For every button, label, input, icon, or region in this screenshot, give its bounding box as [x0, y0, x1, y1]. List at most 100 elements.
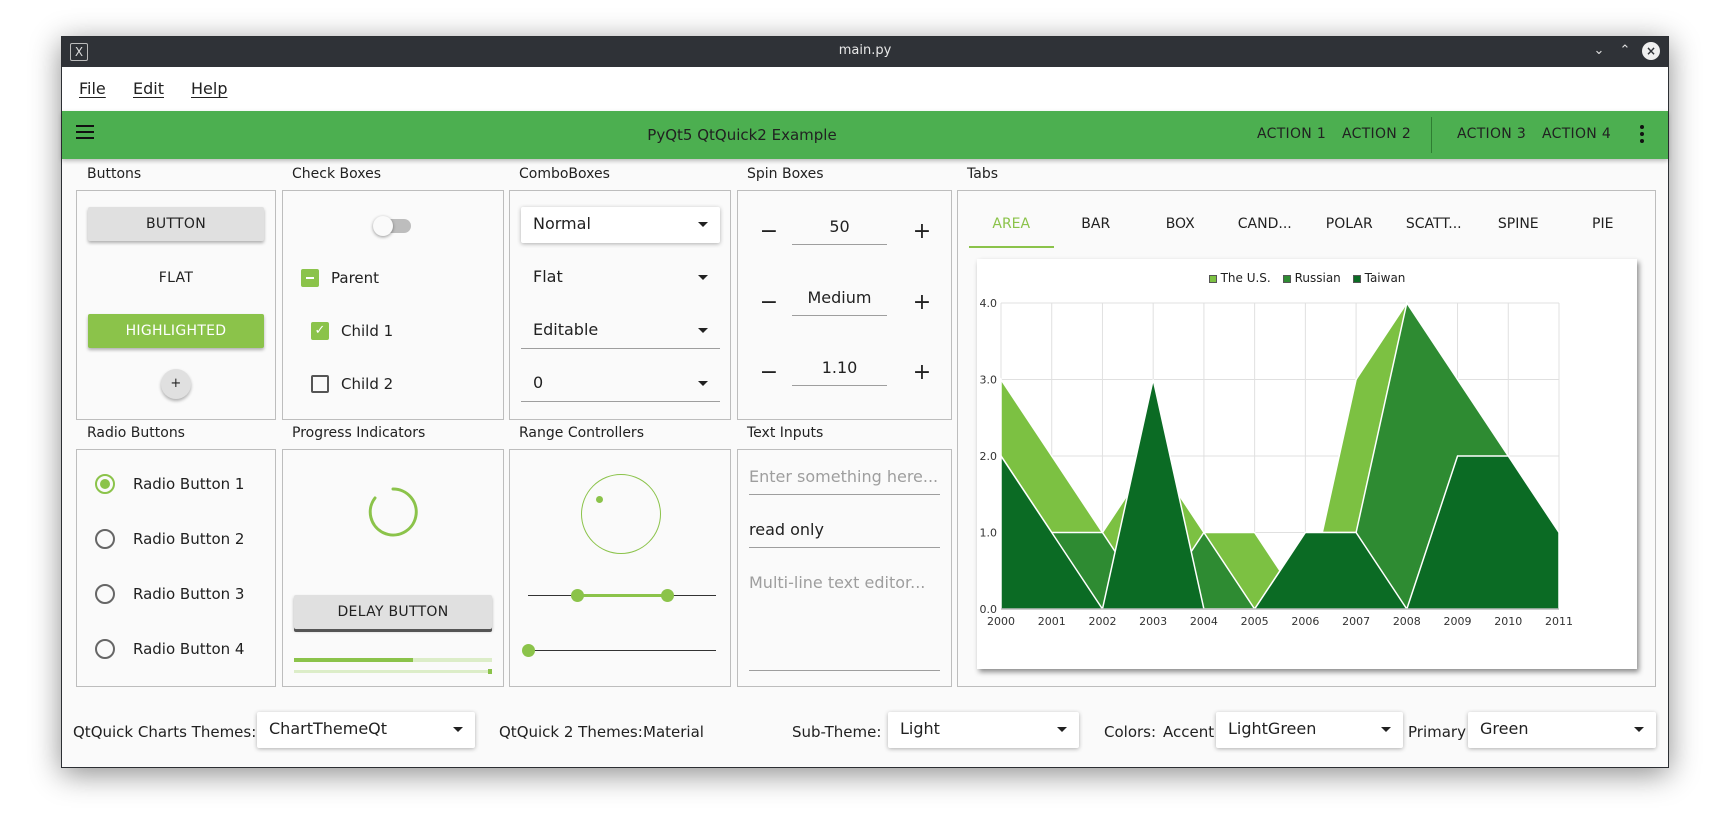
- tab-box[interactable]: BOX: [1138, 202, 1223, 248]
- tab-area[interactable]: AREA: [969, 202, 1054, 248]
- dropdown-arrow-icon: [1381, 727, 1391, 732]
- x-tick-label: 2010: [1494, 615, 1522, 628]
- delay-button[interactable]: DELAY BUTTON: [294, 595, 492, 629]
- flat-combobox[interactable]: Flat: [521, 260, 720, 296]
- action-2-button[interactable]: ACTION 2: [1342, 126, 1411, 142]
- minimize-icon[interactable]: ⌄: [1590, 42, 1608, 60]
- radio-button-1[interactable]: Radio Button 1: [95, 474, 244, 494]
- app-toolbar: PyQt5 QtQuick2 Example ACTION 1 ACTION 2…: [62, 111, 1668, 159]
- increment-button[interactable]: +: [911, 219, 933, 244]
- decrement-button[interactable]: −: [758, 360, 780, 385]
- tab-spline[interactable]: SPINE: [1476, 202, 1561, 248]
- tabs-section-label: Tabs: [967, 166, 998, 182]
- spinbox-2: − Medium +: [758, 282, 934, 326]
- comboboxes-panel: Normal Flat Editable 0: [509, 190, 731, 420]
- dropdown-arrow-icon: [698, 328, 708, 333]
- editable-combobox[interactable]: Editable: [521, 313, 720, 349]
- more-options-icon[interactable]: [1640, 125, 1644, 146]
- x-tick-label: 2006: [1291, 615, 1319, 628]
- progress-panel: DELAY BUTTON: [282, 449, 504, 687]
- action-4-button[interactable]: ACTION 4: [1542, 126, 1611, 142]
- checkmark-icon: ✓: [311, 322, 329, 340]
- read-only-field: read only: [749, 520, 940, 548]
- dial-handle[interactable]: [596, 496, 604, 504]
- radio-button-3[interactable]: Radio Button 3: [95, 584, 244, 604]
- colors-label: Colors:: [1104, 723, 1157, 741]
- sub-theme-label: Sub-Theme:: [792, 723, 882, 741]
- radio-button-4[interactable]: Radio Button 4: [95, 639, 244, 659]
- slider[interactable]: [522, 644, 716, 657]
- button-button[interactable]: BUTTON: [88, 207, 264, 241]
- radio-panel: Radio Button 1 Radio Button 2 Radio Butt…: [76, 449, 276, 687]
- action-3-button[interactable]: ACTION 3: [1457, 126, 1526, 142]
- primary-combobox[interactable]: Green: [1468, 712, 1656, 748]
- accent-combobox[interactable]: LightGreen: [1216, 712, 1403, 748]
- flat-button[interactable]: FLAT: [88, 261, 264, 295]
- tab-candlestick[interactable]: CAND...: [1223, 202, 1308, 248]
- comboboxes-section-label: ComboBoxes: [519, 166, 610, 182]
- tab-scatter[interactable]: SCATT...: [1392, 202, 1477, 248]
- tristate-checkbox-icon: [301, 269, 319, 287]
- close-icon[interactable]: ×: [1642, 42, 1660, 60]
- toggle-switch-knob: [373, 216, 393, 236]
- number-combobox[interactable]: 0: [521, 366, 720, 402]
- dropdown-arrow-icon: [1634, 727, 1644, 732]
- child1-checkbox[interactable]: ✓ Child 1: [311, 322, 393, 340]
- spinbox-2-value[interactable]: Medium: [792, 288, 887, 316]
- decrement-button[interactable]: −: [758, 219, 780, 244]
- x-tick-label: 2004: [1190, 615, 1218, 628]
- hamburger-menu-icon[interactable]: [76, 125, 94, 141]
- tab-bar-chart[interactable]: BAR: [1054, 202, 1139, 248]
- radio-button-2[interactable]: Radio Button 2: [95, 529, 244, 549]
- dial[interactable]: [581, 474, 661, 554]
- child2-checkbox-label: Child 2: [341, 375, 394, 393]
- increment-button[interactable]: +: [911, 290, 933, 315]
- x-tick-label: 2000: [987, 615, 1015, 628]
- highlighted-button[interactable]: HIGHLIGHTED: [88, 314, 264, 348]
- maximize-icon[interactable]: ⌃: [1616, 42, 1634, 60]
- menu-edit[interactable]: Edit: [133, 79, 164, 98]
- x-tick-label: 2001: [1038, 615, 1066, 628]
- accent-value: LightGreen: [1228, 719, 1317, 738]
- range-slider-low-handle[interactable]: [570, 589, 584, 602]
- spinbox-3-value[interactable]: 1.10: [792, 358, 887, 386]
- parent-checkbox[interactable]: Parent: [301, 269, 379, 287]
- spinboxes-section-label: Spin Boxes: [747, 166, 824, 182]
- normal-combobox[interactable]: Normal: [521, 207, 720, 243]
- tab-pie[interactable]: PIE: [1561, 202, 1646, 248]
- menu-file[interactable]: File: [79, 79, 106, 98]
- title-bar: X main.py ⌄ ⌃ ×: [62, 37, 1668, 67]
- sub-theme-combobox[interactable]: Light: [888, 712, 1079, 748]
- range-section-label: Range Controllers: [519, 425, 644, 441]
- child1-checkbox-label: Child 1: [341, 322, 394, 340]
- menu-help[interactable]: Help: [191, 79, 227, 98]
- action-1-button[interactable]: ACTION 1: [1257, 126, 1326, 142]
- radio-empty-icon: [95, 584, 115, 604]
- qtquick2-theme-label: QtQuick 2 Themes:: [499, 723, 643, 741]
- text-field-placeholder[interactable]: Enter something here...: [749, 467, 940, 495]
- multiline-text-editor[interactable]: Multi-line text editor...: [749, 573, 940, 671]
- spinbox-1-value[interactable]: 50: [792, 217, 887, 245]
- child2-checkbox[interactable]: Child 2: [311, 375, 393, 393]
- range-slider[interactable]: [528, 589, 716, 602]
- window-title: main.py: [838, 43, 892, 58]
- text-section-label: Text Inputs: [747, 425, 824, 441]
- x-tick-label: 2011: [1545, 615, 1573, 628]
- round-add-button[interactable]: +: [161, 369, 191, 399]
- x-tick-label: 2007: [1342, 615, 1370, 628]
- charts-theme-combobox[interactable]: ChartThemeQt: [257, 712, 475, 748]
- busy-indicator-icon: [368, 487, 418, 537]
- decrement-button[interactable]: −: [758, 290, 780, 315]
- y-tick-label: 4.0: [980, 297, 998, 310]
- range-slider-high-handle[interactable]: [661, 589, 675, 602]
- increment-button[interactable]: +: [911, 360, 933, 385]
- indeterminate-progress-bar: [294, 669, 492, 674]
- range-slider-fill: [576, 594, 668, 597]
- buttons-section-label: Buttons: [87, 166, 142, 182]
- x-tick-label: 2008: [1393, 615, 1421, 628]
- slider-handle[interactable]: [522, 644, 535, 657]
- primary-value: Green: [1480, 719, 1529, 738]
- tab-polar[interactable]: POLAR: [1307, 202, 1392, 248]
- toolbar-separator: [1431, 117, 1432, 153]
- toggle-switch[interactable]: [373, 216, 411, 236]
